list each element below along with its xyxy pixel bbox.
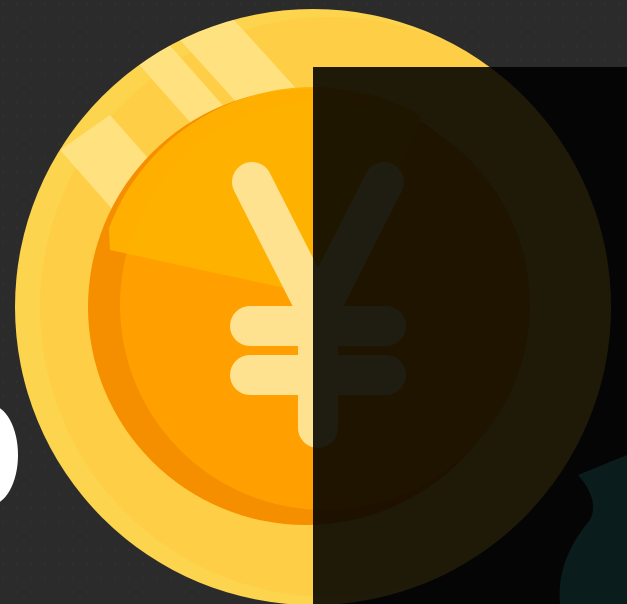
yen-coin-illustration: [0, 0, 627, 604]
dark-overlay-panel: [313, 67, 627, 604]
illustration-stage: [0, 0, 627, 604]
